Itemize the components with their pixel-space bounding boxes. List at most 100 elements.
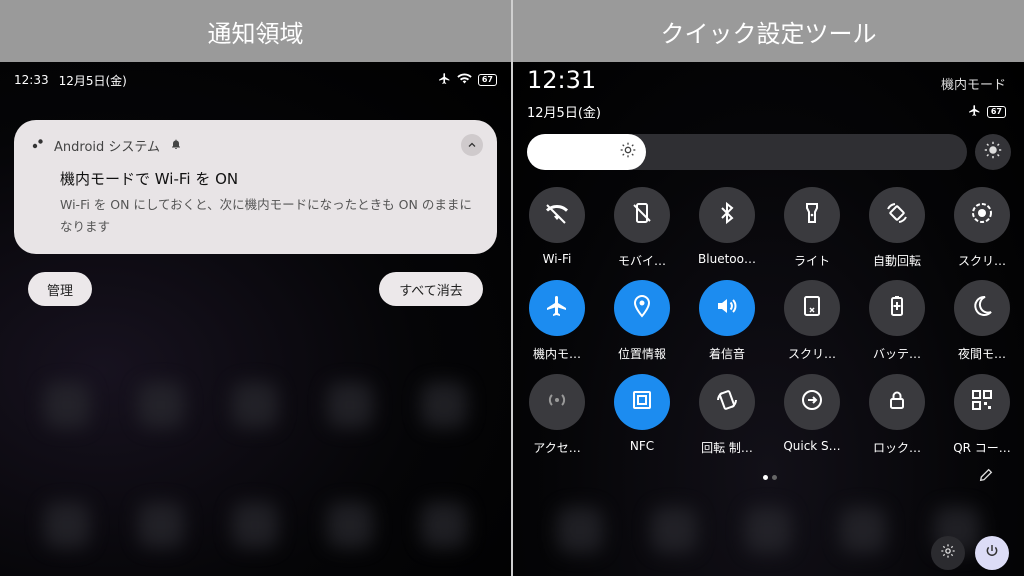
qs-tile-button[interactable] [529,187,585,243]
right-header: クイック設定ツール [513,0,1024,62]
qs-tile-label: Wi-Fi [542,252,572,266]
status-date: 12月5日(金) [58,73,127,88]
qs-tile[interactable]: Quick S… [782,374,842,453]
qs-tile-label: スクリ… [957,254,1006,268]
notification-title: 機内モードで Wi-Fi を ON [60,170,239,188]
hotspot-icon [545,388,569,416]
brightness-fill [527,134,646,170]
qs-tile[interactable]: ロック… [867,374,927,456]
gear-icon [940,543,956,563]
qs-time: 12:31 [527,66,597,94]
quick-settings: 12:31 機内モード 12月5日(金) 67 Wi-Fi モバイ… Bluetoo… [513,62,1024,576]
qs-tile-label: NFC [629,439,655,453]
qs-tile[interactable]: スクリ… [782,280,842,362]
qs-mode-label: 機内モード [940,78,1006,93]
qs-tile-label: 着信音 [708,347,745,361]
status-bar: 12:33 12月5日(金) 67 [14,70,497,90]
qs-tile-label: QR コー… [953,441,1011,455]
blurred-home-icons [0,382,511,428]
edit-button[interactable] [969,460,1003,494]
qs-tile-label: 回転 制… [701,441,753,455]
manage-button[interactable]: 管理 [28,272,92,306]
clear-all-button[interactable]: すべて消去 [379,272,483,306]
qs-tile[interactable]: Wi-Fi [527,187,587,266]
qs-tile-button[interactable] [954,280,1010,336]
power-icon [984,543,1000,563]
qs-tile-label: スクリ… [787,347,836,361]
page-indicator [763,475,777,480]
qs-tile-button[interactable] [614,280,670,336]
qs-tile-button[interactable] [529,280,585,336]
chevron-up-icon [466,136,478,155]
qs-tile[interactable]: QR コー… [952,374,1012,456]
quick-share-icon [800,388,824,416]
qs-tile[interactable]: モバイ… [612,187,672,269]
qs-tile-button[interactable] [954,187,1010,243]
qs-tile-button[interactable] [869,374,925,430]
screenshot-icon [800,294,824,322]
qs-tile-label: 夜間モ… [957,347,1006,361]
nfc-icon [630,388,654,416]
notification-shade: 12:33 12月5日(金) 67 Android システム 機内モードで Wi… [0,62,511,576]
airplane-icon [968,102,981,121]
qs-tile[interactable]: Bluetoo… [697,187,757,266]
battery-indicator: 67 [477,74,497,86]
blurred-home-icons [0,502,511,548]
qs-tile[interactable]: 位置情報 [612,280,672,362]
mobile-data-off-icon [630,201,654,229]
wifi-off-icon [545,201,569,229]
qs-tile-button[interactable] [869,280,925,336]
qs-tile-button[interactable] [699,280,755,336]
qs-tile-button[interactable] [699,187,755,243]
rotation-lock-icon [715,388,739,416]
qs-tile[interactable]: アクセ… [527,374,587,456]
screen-record-icon [970,201,994,229]
qs-tile-label: ライト [793,254,830,268]
settings-button[interactable] [931,536,965,570]
qs-tile-label: Quick S… [783,439,841,453]
qs-tile-label: Bluetoo… [698,252,756,266]
qs-tile[interactable]: ライト [782,187,842,269]
qs-tile-button[interactable] [614,187,670,243]
qs-tile-button[interactable] [784,187,840,243]
qr-code-icon [970,388,994,416]
qs-tile-button[interactable] [614,374,670,430]
qs-tile-label: 位置情報 [617,347,666,361]
qs-tile-button[interactable] [784,280,840,336]
battery-saver-icon [885,294,909,322]
collapse-button[interactable] [461,134,483,156]
qs-tile-button[interactable] [699,374,755,430]
qs-tile[interactable]: バッテ… [867,280,927,362]
wifi-icon [457,72,472,88]
qs-tile-button[interactable] [869,187,925,243]
qs-tile-button[interactable] [529,374,585,430]
qs-tile-button[interactable] [784,374,840,430]
auto-rotate-icon [885,201,909,229]
qs-tile[interactable]: 自動回転 [867,187,927,269]
qs-tile-label: 自動回転 [872,254,921,268]
bell-icon [170,138,182,154]
qs-tile[interactable]: NFC [612,374,672,453]
location-icon [630,294,654,322]
airplane-icon [438,72,451,88]
qs-tile[interactable]: 夜間モ… [952,280,1012,362]
night-mode-icon [970,294,994,322]
auto-brightness-button[interactable] [975,134,1011,170]
flashlight-icon [800,201,824,229]
qs-tile[interactable]: 機内モ… [527,280,587,362]
qs-tile[interactable]: スクリ… [952,187,1012,269]
sound-icon [715,294,739,322]
notification-app-name: Android システム [54,140,161,155]
notification-card[interactable]: Android システム 機内モードで Wi-Fi を ON Wi-Fi を O… [14,120,497,254]
qs-tile-label: 機内モ… [532,347,581,361]
android-system-icon [32,138,44,154]
sun-icon [620,142,636,162]
qs-tile[interactable]: 回転 制… [697,374,757,456]
qs-tile-button[interactable] [954,374,1010,430]
auto-brightness-icon [984,141,1002,163]
power-button[interactable] [975,536,1009,570]
pencil-icon [978,467,994,487]
qs-tile[interactable]: 着信音 [697,280,757,362]
brightness-slider[interactable] [527,134,967,170]
notification-body: Wi-Fi を ON にしておくと、次に機内モードになったときも ON のままに… [60,197,472,234]
